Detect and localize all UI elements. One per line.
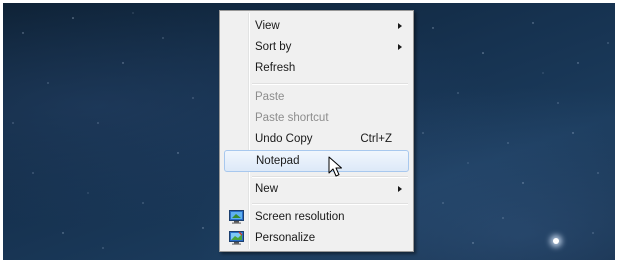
menu-item-notepad[interactable]: Notepad (224, 150, 409, 172)
menu-item-label: Paste (255, 91, 285, 103)
menu-item-label: Notepad (256, 155, 300, 167)
menu-separator (252, 203, 408, 205)
menu-item-label: Screen resolution (255, 211, 345, 223)
menu-item-label: Refresh (255, 62, 296, 74)
submenu-arrow-icon (398, 23, 402, 29)
menu-item-shortcut: Ctrl+Z (360, 133, 392, 145)
menu-item-label: Undo Copy (255, 133, 313, 145)
menu-item-personalize[interactable]: Personalize (222, 228, 409, 249)
menu-item-paste[interactable]: Paste (222, 87, 409, 108)
menu-separator (252, 83, 408, 85)
menu-item-view[interactable]: View (222, 16, 409, 37)
menu-item-new[interactable]: New (222, 179, 409, 200)
menu-item-label: View (255, 20, 280, 32)
menu-item-label: New (255, 183, 279, 195)
menu-item-screen-resolution[interactable]: Screen resolution (222, 207, 409, 228)
menu-item-undo-copy[interactable]: Undo Copy Ctrl+Z (222, 129, 409, 150)
screen-resolution-icon (229, 210, 244, 224)
menu-item-label: Paste shortcut (255, 112, 329, 124)
menu-item-refresh[interactable]: Refresh (222, 58, 409, 79)
menu-item-paste-shortcut[interactable]: Paste shortcut (222, 108, 409, 129)
mouse-pointer-icon (328, 156, 342, 177)
menu-item-label: Personalize (255, 232, 316, 244)
submenu-arrow-icon (398, 44, 402, 50)
personalize-icon (229, 231, 244, 245)
menu-item-sort-by[interactable]: Sort by (222, 37, 409, 58)
submenu-arrow-icon (398, 186, 402, 192)
bright-star (553, 238, 559, 244)
context-menu: View Sort by Refresh Paste Paste shortcu… (219, 10, 414, 252)
menu-item-label: Sort by (255, 41, 292, 53)
